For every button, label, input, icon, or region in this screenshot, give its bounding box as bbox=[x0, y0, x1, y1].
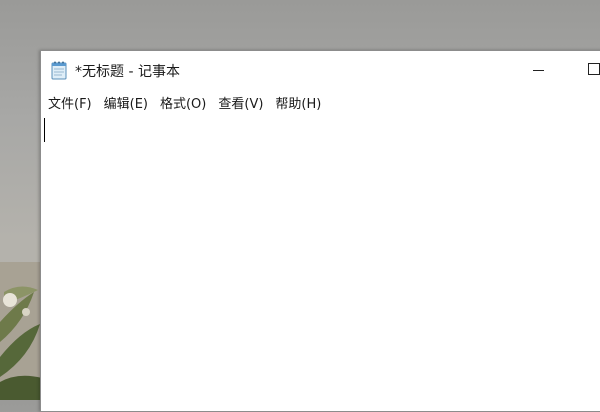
menu-file[interactable]: 文件(F) bbox=[43, 93, 99, 112]
text-caret bbox=[44, 118, 45, 142]
window-title: *无标题 - 记事本 bbox=[75, 64, 180, 80]
minimize-icon bbox=[532, 69, 544, 71]
menu-format[interactable]: 格式(O) bbox=[155, 93, 213, 112]
menu-view[interactable]: 查看(V) bbox=[213, 93, 270, 112]
minimize-button[interactable] bbox=[515, 51, 561, 87]
maximize-button[interactable] bbox=[571, 51, 600, 87]
desktop-wallpaper-plant bbox=[0, 262, 42, 400]
notepad-window: *无标题 - 记事本 文件(F) 编辑(E) 格式(O) 查看(V) 帮助(H) bbox=[40, 50, 600, 412]
notepad-icon bbox=[51, 61, 67, 80]
menu-bar: 文件(F) 编辑(E) 格式(O) 查看(V) 帮助(H) bbox=[41, 91, 600, 113]
title-bar[interactable]: *无标题 - 记事本 bbox=[41, 51, 600, 87]
text-editor-area[interactable] bbox=[41, 114, 600, 411]
maximize-icon bbox=[588, 63, 600, 75]
menu-help[interactable]: 帮助(H) bbox=[270, 93, 328, 112]
menu-edit[interactable]: 编辑(E) bbox=[99, 93, 155, 112]
